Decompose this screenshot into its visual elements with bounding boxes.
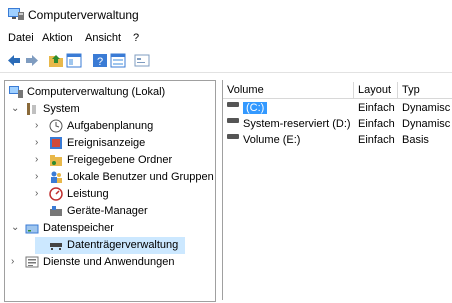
drive-icon (227, 134, 239, 139)
menu-help[interactable]: ? (133, 32, 139, 44)
tools-icon (27, 103, 36, 115)
computer-management-icon (9, 86, 23, 98)
tree-label-system: System (43, 103, 80, 115)
column-header-typ-label: Typ (402, 84, 420, 96)
tree-label-root: Computerverwaltung (Lokal) (27, 86, 166, 98)
column-header-volume-label: Volume (227, 84, 264, 96)
drive-icon (227, 102, 239, 107)
tree-label-datenspeicher: Datenspeicher (43, 222, 114, 234)
table-row[interactable]: (C:) Einfach Dynamisc (223, 101, 452, 116)
window-title: Computerverwaltung (28, 8, 139, 22)
show-tree-icon[interactable] (66, 53, 82, 68)
menu-ansicht[interactable]: Ansicht (85, 32, 121, 44)
table-row[interactable]: System-reserviert (D:) Einfach Dynamisc (223, 117, 452, 132)
tree-item-datentraegerverwaltung[interactable]: Datenträgerverwaltung (35, 237, 185, 254)
menu-aktion[interactable]: Aktion (42, 32, 73, 44)
tree-label-dienste: Dienste und Anwendungen (43, 256, 175, 268)
computer-management-icon (8, 8, 24, 20)
users-icon (51, 171, 62, 183)
tree-label-lokale-benutzer: Lokale Benutzer und Gruppen (67, 171, 214, 183)
forward-arrow-icon[interactable] (24, 53, 40, 68)
menu-bar: Datei Aktion Ansicht ? (0, 30, 452, 48)
column-header-typ[interactable]: Typ (398, 82, 452, 99)
typ-cell: Dynamisc (402, 118, 451, 130)
up-folder-icon[interactable] (48, 53, 64, 68)
device-manager-icon (50, 206, 62, 216)
storage-icon (25, 224, 39, 234)
chevron-down-icon[interactable]: ⌄ (11, 103, 21, 114)
navigation-tree[interactable]: Computerverwaltung (Lokal) ⌄ System › Au… (4, 80, 216, 302)
disk-management-icon (50, 243, 62, 250)
typ-cell: Dynamisc (402, 102, 451, 114)
shared-folder-icon (50, 155, 62, 166)
event-viewer-icon (50, 137, 62, 149)
console-icon[interactable] (134, 53, 150, 68)
layout-cell: Einfach (358, 134, 395, 146)
properties-icon[interactable] (110, 53, 126, 68)
services-icon (25, 256, 39, 268)
svg-text:?: ? (97, 56, 103, 68)
tree-label-geraete-manager: Geräte-Manager (67, 205, 148, 217)
chevron-right-icon[interactable]: › (35, 137, 45, 148)
volume-cell: Volume (E:) (243, 134, 301, 146)
tree-label-datentraegerverwaltung: Datenträgerverwaltung (67, 239, 179, 251)
volume-cell: System-reserviert (D:) (243, 118, 351, 130)
chevron-right-icon[interactable]: › (35, 120, 45, 131)
chevron-right-icon[interactable]: › (35, 188, 45, 199)
drive-icon (227, 118, 239, 123)
volume-list[interactable]: Volume Layout Typ (C:) Einfach Dynamisc … (222, 80, 452, 300)
tree-label-aufgabenplanung: Aufgabenplanung (67, 120, 154, 132)
layout-cell: Einfach (358, 118, 395, 130)
clock-icon (49, 119, 63, 133)
column-header-volume[interactable]: Volume (223, 82, 354, 99)
tree-label-freigegebene-ordner: Freigegebene Ordner (67, 154, 173, 166)
back-arrow-icon[interactable] (6, 53, 22, 68)
typ-cell: Basis (402, 134, 429, 146)
chevron-right-icon[interactable]: › (11, 256, 21, 267)
menu-datei[interactable]: Datei (8, 32, 34, 44)
chevron-down-icon[interactable]: ⌄ (11, 222, 21, 233)
title-bar: Computerverwaltung (0, 0, 452, 28)
performance-icon (49, 187, 63, 201)
volume-cell: (C:) (243, 102, 268, 114)
table-row[interactable]: Volume (E:) Einfach Basis (223, 133, 452, 148)
tree-label-leistung: Leistung (67, 188, 109, 200)
toolbar: ? (0, 50, 452, 73)
tree-label-ereignisanzeige: Ereignisanzeige (67, 137, 146, 149)
chevron-right-icon[interactable]: › (35, 171, 45, 182)
column-header-layout[interactable]: Layout (354, 82, 398, 99)
layout-cell: Einfach (358, 102, 395, 114)
column-header-layout-label: Layout (358, 84, 392, 96)
help-icon[interactable]: ? (92, 53, 108, 68)
chevron-right-icon[interactable]: › (35, 154, 45, 165)
